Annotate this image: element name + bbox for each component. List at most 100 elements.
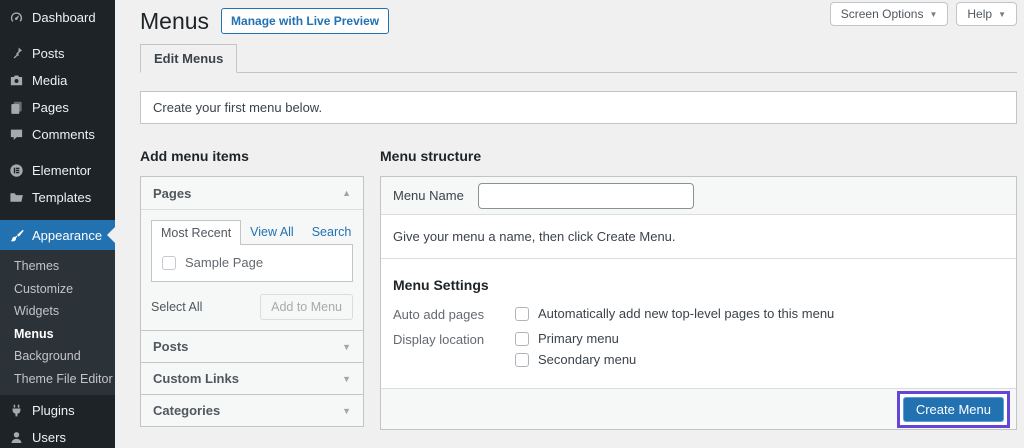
- chevron-down-icon: ▼: [998, 10, 1006, 19]
- screen-options-label: Screen Options: [841, 7, 924, 21]
- comment-icon: [9, 127, 24, 142]
- manage-live-preview-button[interactable]: Manage with Live Preview: [221, 8, 389, 34]
- sidebar-item-label: Plugins: [32, 403, 75, 418]
- accordion-title: Categories: [153, 403, 220, 418]
- secondary-menu-label: Secondary menu: [538, 352, 636, 367]
- accordion-title: Pages: [153, 186, 191, 201]
- plugin-icon: [9, 403, 24, 418]
- sidebar-item-users[interactable]: Users: [0, 424, 115, 448]
- accordion-title: Custom Links: [153, 371, 239, 386]
- accordion-title: Posts: [153, 339, 188, 354]
- tab-bar: Edit Menus: [140, 44, 1017, 73]
- menu-structure-heading: Menu structure: [380, 148, 1017, 164]
- submenu-item-background[interactable]: Background: [0, 345, 115, 368]
- main-content: Screen Options ▼ Help ▼ Menus Manage wit…: [115, 0, 1024, 448]
- sidebar-item-posts[interactable]: Posts: [0, 40, 115, 67]
- sidebar-item-label: Pages: [32, 100, 69, 115]
- sidebar-item-appearance[interactable]: Appearance: [0, 220, 115, 250]
- accordion-header-pages[interactable]: Pages ▲: [141, 177, 363, 209]
- create-menu-button[interactable]: Create Menu: [903, 397, 1004, 422]
- divider: [381, 258, 1016, 259]
- menu-structure-panel: Menu Name Give your menu a name, then cl…: [380, 176, 1017, 430]
- menu-name-input[interactable]: [478, 183, 694, 209]
- add-menu-items-column: Add menu items Pages ▲ Most Recent View …: [140, 148, 364, 427]
- sidebar-item-label: Posts: [32, 46, 65, 61]
- pages-actions: Select All Add to Menu: [151, 294, 353, 320]
- display-location-label: Display location: [393, 331, 515, 367]
- pages-section-body: Most Recent View All Search Sample Page …: [141, 209, 363, 330]
- brush-icon: [9, 228, 24, 243]
- tab-most-recent[interactable]: Most Recent: [151, 220, 241, 245]
- folder-icon: [9, 190, 24, 205]
- add-menu-items-heading: Add menu items: [140, 148, 364, 164]
- auto-add-checkbox[interactable]: [515, 307, 529, 321]
- auto-add-pages-label: Auto add pages: [393, 306, 515, 322]
- sidebar-item-pages[interactable]: Pages: [0, 94, 115, 121]
- pages-checklist: Sample Page: [151, 244, 353, 282]
- tab-view-all[interactable]: View All: [241, 220, 303, 244]
- tab-edit-menus[interactable]: Edit Menus: [140, 44, 237, 73]
- sidebar-item-label: Appearance: [32, 228, 102, 243]
- page-title: Menus: [140, 7, 209, 35]
- primary-menu-label: Primary menu: [538, 331, 619, 346]
- camera-icon: [9, 73, 24, 88]
- active-item-arrow: [107, 227, 115, 243]
- accordion-header-posts[interactable]: Posts ▼: [141, 330, 363, 362]
- accordion-header-categories[interactable]: Categories ▼: [141, 394, 363, 426]
- sample-page-checkbox[interactable]: [162, 256, 176, 270]
- sidebar-item-templates[interactable]: Templates: [0, 184, 115, 211]
- display-location-row: Display location Primary menu Secondary …: [393, 331, 1004, 367]
- pages-tabs: Most Recent View All Search: [151, 220, 353, 244]
- sidebar-item-dashboard[interactable]: Dashboard: [0, 4, 115, 31]
- menu-structure-column: Menu structure Menu Name Give your menu …: [380, 148, 1017, 430]
- sidebar-item-elementor[interactable]: Elementor: [0, 157, 115, 184]
- screen-meta-links: Screen Options ▼ Help ▼: [830, 2, 1017, 26]
- select-all-link[interactable]: Select All: [151, 300, 202, 314]
- page-item-label: Sample Page: [185, 255, 263, 270]
- sidebar-item-label: Templates: [32, 190, 91, 205]
- pages-icon: [9, 100, 24, 115]
- sidebar-item-plugins[interactable]: Plugins: [0, 397, 115, 424]
- secondary-menu-checkbox[interactable]: [515, 353, 529, 367]
- screen-options-button[interactable]: Screen Options ▼: [830, 2, 949, 26]
- admin-sidebar: Dashboard Posts Media Pages Comments Ele…: [0, 0, 115, 448]
- menu-name-label: Menu Name: [393, 188, 464, 203]
- menu-structure-body: Give your menu a name, then click Create…: [381, 215, 1016, 388]
- submenu-item-widgets[interactable]: Widgets: [0, 300, 115, 323]
- page-list-item: Sample Page: [162, 255, 342, 270]
- chevron-up-icon: ▲: [342, 188, 351, 198]
- sidebar-item-label: Media: [32, 73, 67, 88]
- submenu-item-themes[interactable]: Themes: [0, 255, 115, 278]
- sidebar-item-label: Dashboard: [32, 10, 96, 25]
- annotation-highlight-box: Create Menu: [897, 391, 1010, 428]
- sidebar-item-label: Users: [32, 430, 66, 445]
- appearance-submenu: Themes Customize Widgets Menus Backgroun…: [0, 250, 115, 395]
- location-option-secondary: Secondary menu: [515, 352, 636, 367]
- auto-add-pages-row: Auto add pages Automatically add new top…: [393, 306, 1004, 322]
- menu-settings-heading: Menu Settings: [393, 277, 1004, 293]
- auto-add-option: Automatically add new top-level pages to…: [515, 306, 834, 321]
- help-button[interactable]: Help ▼: [956, 2, 1017, 26]
- menu-structure-footer: Create Menu: [381, 388, 1016, 429]
- sidebar-item-comments[interactable]: Comments: [0, 121, 115, 148]
- sidebar-item-media[interactable]: Media: [0, 67, 115, 94]
- chevron-down-icon: ▼: [929, 10, 937, 19]
- accordion-header-custom-links[interactable]: Custom Links ▼: [141, 362, 363, 394]
- pin-icon: [9, 46, 24, 61]
- submenu-item-customize[interactable]: Customize: [0, 278, 115, 301]
- add-to-menu-button[interactable]: Add to Menu: [260, 294, 353, 320]
- notice-text: Create your first menu below.: [153, 100, 322, 115]
- user-icon: [9, 430, 24, 445]
- sidebar-item-label: Comments: [32, 127, 95, 142]
- menu-name-tip: Give your menu a name, then click Create…: [393, 227, 1004, 258]
- primary-menu-checkbox[interactable]: [515, 332, 529, 346]
- menu-name-row: Menu Name: [381, 177, 1016, 215]
- help-label: Help: [967, 7, 992, 21]
- submenu-item-menus[interactable]: Menus: [0, 323, 115, 346]
- submenu-item-theme-file-editor[interactable]: Theme File Editor: [0, 368, 115, 391]
- dashboard-icon: [9, 10, 24, 25]
- chevron-down-icon: ▼: [342, 342, 351, 352]
- tab-search[interactable]: Search: [303, 220, 361, 244]
- chevron-down-icon: ▼: [342, 406, 351, 416]
- auto-add-option-label: Automatically add new top-level pages to…: [538, 306, 834, 321]
